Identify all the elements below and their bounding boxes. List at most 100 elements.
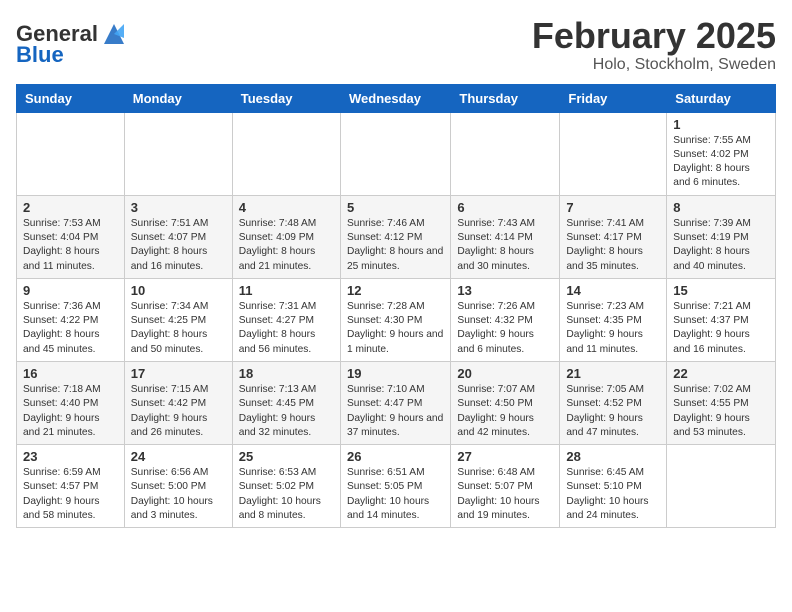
day-number: 26 xyxy=(347,449,444,464)
day-number: 15 xyxy=(673,283,769,298)
table-row: 25 Sunrise: 6:53 AM Sunset: 5:02 PM Dayli… xyxy=(232,445,340,528)
day-number: 28 xyxy=(566,449,660,464)
day-info: Sunrise: 7:13 AM Sunset: 4:45 PM Dayligh… xyxy=(239,383,334,440)
table-row xyxy=(340,112,450,195)
calendar-header-row: Sunday Monday Tuesday Wednesday Thursday… xyxy=(17,84,776,112)
day-number: 20 xyxy=(457,366,553,381)
day-info: Sunrise: 7:48 AM Sunset: 4:09 PM Dayligh… xyxy=(239,217,334,274)
day-number: 1 xyxy=(673,117,769,132)
day-info: Sunrise: 7:07 AM Sunset: 4:50 PM Dayligh… xyxy=(457,383,553,440)
col-wednesday: Wednesday xyxy=(340,84,450,112)
table-row: 15 Sunrise: 7:21 AM Sunset: 4:37 PM Dayli… xyxy=(667,278,776,361)
day-info: Sunrise: 7:41 AM Sunset: 4:17 PM Dayligh… xyxy=(566,217,660,274)
table-row: 14 Sunrise: 7:23 AM Sunset: 4:35 PM Dayli… xyxy=(560,278,667,361)
day-info: Sunrise: 7:18 AM Sunset: 4:40 PM Dayligh… xyxy=(23,383,118,440)
day-number: 25 xyxy=(239,449,334,464)
table-row: 3 Sunrise: 7:51 AM Sunset: 4:07 PM Daylig… xyxy=(124,195,232,278)
day-info: Sunrise: 6:56 AM Sunset: 5:00 PM Dayligh… xyxy=(131,466,226,523)
title-area: February 2025 Holo, Stockholm, Sweden xyxy=(532,16,776,74)
table-row: 10 Sunrise: 7:34 AM Sunset: 4:25 PM Dayli… xyxy=(124,278,232,361)
table-row: 18 Sunrise: 7:13 AM Sunset: 4:45 PM Dayli… xyxy=(232,361,340,444)
day-number: 22 xyxy=(673,366,769,381)
day-info: Sunrise: 7:36 AM Sunset: 4:22 PM Dayligh… xyxy=(23,300,118,357)
table-row: 5Sunrise: 7:46 AM Sunset: 4:12 PM Daylig… xyxy=(340,195,450,278)
day-number: 10 xyxy=(131,283,226,298)
table-row: 16 Sunrise: 7:18 AM Sunset: 4:40 PM Dayli… xyxy=(17,361,125,444)
day-info: Sunrise: 7:55 AM Sunset: 4:02 PM Dayligh… xyxy=(673,134,769,191)
day-number: 16 xyxy=(23,366,118,381)
day-number: 21 xyxy=(566,366,660,381)
table-row: 17 Sunrise: 7:15 AM Sunset: 4:42 PM Dayli… xyxy=(124,361,232,444)
day-info: Sunrise: 7:10 AM Sunset: 4:47 PM Dayligh… xyxy=(347,383,444,440)
page-header: General Blue February 2025 Holo, Stockho… xyxy=(16,16,776,74)
calendar-week-row: 23 Sunrise: 6:59 AM Sunset: 4:57 PM Dayli… xyxy=(17,445,776,528)
location-title: Holo, Stockholm, Sweden xyxy=(532,56,776,74)
day-info: Sunrise: 7:46 AM Sunset: 4:12 PM Dayligh… xyxy=(347,217,444,274)
table-row: 24Sunrise: 6:56 AM Sunset: 5:00 PM Dayli… xyxy=(124,445,232,528)
table-row: 13 Sunrise: 7:26 AM Sunset: 4:32 PM Dayli… xyxy=(451,278,560,361)
day-number: 11 xyxy=(239,283,334,298)
day-number: 7 xyxy=(566,200,660,215)
col-friday: Friday xyxy=(560,84,667,112)
table-row: 19 Sunrise: 7:10 AM Sunset: 4:47 PM Dayli… xyxy=(340,361,450,444)
table-row: 22 Sunrise: 7:02 AM Sunset: 4:55 PM Dayli… xyxy=(667,361,776,444)
day-number: 17 xyxy=(131,366,226,381)
day-info: Sunrise: 7:23 AM Sunset: 4:35 PM Dayligh… xyxy=(566,300,660,357)
table-row: 27Sunrise: 6:48 AM Sunset: 5:07 PM Dayli… xyxy=(451,445,560,528)
table-row: 9 Sunrise: 7:36 AM Sunset: 4:22 PM Daylig… xyxy=(17,278,125,361)
day-number: 13 xyxy=(457,283,553,298)
day-info: Sunrise: 7:43 AM Sunset: 4:14 PM Dayligh… xyxy=(457,217,553,274)
table-row xyxy=(560,112,667,195)
day-number: 9 xyxy=(23,283,118,298)
col-monday: Monday xyxy=(124,84,232,112)
day-number: 14 xyxy=(566,283,660,298)
table-row: 8Sunrise: 7:39 AM Sunset: 4:19 PM Daylig… xyxy=(667,195,776,278)
day-info: Sunrise: 7:21 AM Sunset: 4:37 PM Dayligh… xyxy=(673,300,769,357)
day-info: Sunrise: 7:26 AM Sunset: 4:32 PM Dayligh… xyxy=(457,300,553,357)
table-row xyxy=(232,112,340,195)
col-sunday: Sunday xyxy=(17,84,125,112)
day-number: 2 xyxy=(23,200,118,215)
day-info: Sunrise: 7:28 AM Sunset: 4:30 PM Dayligh… xyxy=(347,300,444,357)
day-number: 4 xyxy=(239,200,334,215)
day-number: 23 xyxy=(23,449,118,464)
month-title: February 2025 xyxy=(532,16,776,56)
logo-icon xyxy=(100,20,128,48)
col-tuesday: Tuesday xyxy=(232,84,340,112)
calendar: Sunday Monday Tuesday Wednesday Thursday… xyxy=(16,84,776,529)
day-number: 8 xyxy=(673,200,769,215)
day-number: 18 xyxy=(239,366,334,381)
calendar-week-row: 1 Sunrise: 7:55 AM Sunset: 4:02 PM Daylig… xyxy=(17,112,776,195)
col-thursday: Thursday xyxy=(451,84,560,112)
day-info: Sunrise: 7:05 AM Sunset: 4:52 PM Dayligh… xyxy=(566,383,660,440)
day-info: Sunrise: 6:48 AM Sunset: 5:07 PM Dayligh… xyxy=(457,466,553,523)
day-info: Sunrise: 7:53 AM Sunset: 4:04 PM Dayligh… xyxy=(23,217,118,274)
day-info: Sunrise: 6:59 AM Sunset: 4:57 PM Dayligh… xyxy=(23,466,118,523)
table-row xyxy=(124,112,232,195)
logo: General Blue xyxy=(16,20,128,66)
day-number: 12 xyxy=(347,283,444,298)
table-row xyxy=(451,112,560,195)
day-info: Sunrise: 7:02 AM Sunset: 4:55 PM Dayligh… xyxy=(673,383,769,440)
day-number: 19 xyxy=(347,366,444,381)
calendar-week-row: 9 Sunrise: 7:36 AM Sunset: 4:22 PM Daylig… xyxy=(17,278,776,361)
table-row: 2 Sunrise: 7:53 AM Sunset: 4:04 PM Daylig… xyxy=(17,195,125,278)
table-row xyxy=(667,445,776,528)
day-info: Sunrise: 7:31 AM Sunset: 4:27 PM Dayligh… xyxy=(239,300,334,357)
day-number: 3 xyxy=(131,200,226,215)
table-row: 26Sunrise: 6:51 AM Sunset: 5:05 PM Dayli… xyxy=(340,445,450,528)
table-row: 20 Sunrise: 7:07 AM Sunset: 4:50 PM Dayli… xyxy=(451,361,560,444)
table-row: 23 Sunrise: 6:59 AM Sunset: 4:57 PM Dayli… xyxy=(17,445,125,528)
day-info: Sunrise: 6:53 AM Sunset: 5:02 PM Dayligh… xyxy=(239,466,334,523)
table-row: 7 Sunrise: 7:41 AM Sunset: 4:17 PM Daylig… xyxy=(560,195,667,278)
table-row: 28Sunrise: 6:45 AM Sunset: 5:10 PM Dayli… xyxy=(560,445,667,528)
day-info: Sunrise: 7:34 AM Sunset: 4:25 PM Dayligh… xyxy=(131,300,226,357)
table-row: 11 Sunrise: 7:31 AM Sunset: 4:27 PM Dayli… xyxy=(232,278,340,361)
day-number: 6 xyxy=(457,200,553,215)
table-row: 12 Sunrise: 7:28 AM Sunset: 4:30 PM Dayli… xyxy=(340,278,450,361)
table-row: 4 Sunrise: 7:48 AM Sunset: 4:09 PM Daylig… xyxy=(232,195,340,278)
calendar-week-row: 2 Sunrise: 7:53 AM Sunset: 4:04 PM Daylig… xyxy=(17,195,776,278)
day-info: Sunrise: 7:51 AM Sunset: 4:07 PM Dayligh… xyxy=(131,217,226,274)
day-info: Sunrise: 7:15 AM Sunset: 4:42 PM Dayligh… xyxy=(131,383,226,440)
table-row: 6 Sunrise: 7:43 AM Sunset: 4:14 PM Daylig… xyxy=(451,195,560,278)
